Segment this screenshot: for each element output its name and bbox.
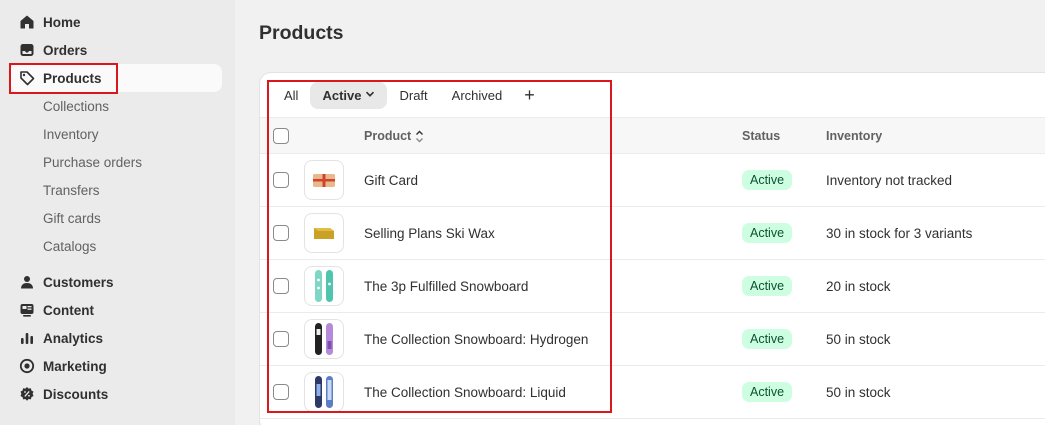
- inbox-icon: [10, 42, 43, 58]
- nav-customers-label: Customers: [43, 274, 114, 290]
- person-icon: [10, 274, 43, 290]
- product-thumbnail-3p-snowboard: [304, 266, 344, 306]
- nav-content-label: Content: [43, 302, 94, 318]
- nav-discounts[interactable]: Discounts: [10, 380, 222, 408]
- inventory-value: 50 in stock: [826, 384, 891, 400]
- tab-archived[interactable]: Archived: [440, 82, 515, 109]
- row-checkbox[interactable]: [273, 331, 289, 347]
- nav-analytics[interactable]: Analytics: [10, 324, 222, 352]
- product-name[interactable]: Gift Card: [364, 154, 418, 206]
- nav-collections[interactable]: Collections: [43, 92, 109, 120]
- gear-discount-icon: [10, 386, 43, 402]
- inventory-value: 50 in stock: [826, 331, 891, 347]
- content-icon: [10, 302, 43, 318]
- add-view-button[interactable]: +: [514, 82, 545, 109]
- tag-icon: [10, 70, 43, 86]
- status-badge: Active: [742, 382, 793, 402]
- nav-gift-cards[interactable]: Gift cards: [43, 204, 101, 232]
- row-checkbox[interactable]: [273, 384, 289, 400]
- nav-products[interactable]: Products: [10, 64, 222, 92]
- inventory-value: 20 in stock: [826, 278, 891, 294]
- nav-content[interactable]: Content: [10, 296, 222, 324]
- nav-marketing[interactable]: Marketing: [10, 352, 222, 380]
- table-row[interactable]: The Collection Snowboard: Hydrogen Activ…: [260, 313, 1045, 366]
- product-name[interactable]: Selling Plans Ski Wax: [364, 207, 495, 259]
- tab-draft[interactable]: Draft: [387, 82, 439, 109]
- nav-orders[interactable]: Orders: [10, 36, 222, 64]
- status-badge: Active: [742, 223, 793, 243]
- nav-orders-label: Orders: [43, 42, 88, 58]
- inventory-value: Inventory not tracked: [826, 172, 953, 188]
- page-title: Products: [259, 22, 344, 44]
- status-badge: Active: [742, 329, 793, 349]
- column-product-label: Product: [364, 129, 412, 143]
- products-card: All Active Draft Archived + Product Stat…: [259, 72, 1045, 425]
- row-checkbox[interactable]: [273, 225, 289, 241]
- tab-active-label: Active: [322, 87, 362, 103]
- status-badge: Active: [742, 276, 793, 296]
- table-header: Product Status Inventory: [260, 117, 1045, 154]
- nav-marketing-label: Marketing: [43, 358, 107, 374]
- nav-discounts-label: Discounts: [43, 386, 109, 402]
- nav-analytics-label: Analytics: [43, 330, 104, 346]
- product-thumbnail-ski-wax: [304, 213, 344, 253]
- row-checkbox[interactable]: [273, 172, 289, 188]
- chevron-down-icon: [365, 89, 375, 102]
- status-badge: Active: [742, 170, 793, 190]
- product-thumbnail-gift-card: [304, 160, 344, 200]
- product-name[interactable]: The Collection Snowboard: Liquid: [364, 366, 566, 418]
- nav-transfers[interactable]: Transfers: [43, 176, 100, 204]
- nav-home-label: Home: [43, 14, 81, 30]
- table-row[interactable]: Gift Card Active Inventory not tracked: [260, 154, 1045, 207]
- column-product[interactable]: Product: [364, 118, 424, 154]
- column-inventory: Inventory: [826, 129, 883, 143]
- column-status: Status: [742, 129, 781, 143]
- nav-customers[interactable]: Customers: [10, 268, 222, 296]
- nav-products-label: Products: [43, 70, 102, 86]
- table-row[interactable]: Selling Plans Ski Wax Active 30 in stock…: [260, 207, 1045, 260]
- table-row[interactable]: The 3p Fulfilled Snowboard Active 20 in …: [260, 260, 1045, 313]
- row-checkbox[interactable]: [273, 278, 289, 294]
- nav-inventory[interactable]: Inventory: [43, 120, 99, 148]
- product-name[interactable]: The 3p Fulfilled Snowboard: [364, 260, 528, 312]
- select-all-checkbox[interactable]: [273, 128, 289, 144]
- filter-tabs: All Active Draft Archived +: [260, 73, 1045, 117]
- nav-home[interactable]: Home: [10, 8, 222, 36]
- inventory-value: 30 in stock for 3 variants: [826, 225, 973, 241]
- nav-catalogs[interactable]: Catalogs: [43, 232, 96, 260]
- home-icon: [10, 14, 43, 30]
- table-row[interactable]: The Collection Snowboard: Liquid Active …: [260, 366, 1045, 419]
- nav-purchase-orders[interactable]: Purchase orders: [43, 148, 142, 176]
- sidebar: Home Orders Products Collections Invento…: [0, 0, 235, 425]
- tab-all[interactable]: All: [272, 82, 310, 109]
- bar-chart-icon: [10, 330, 43, 346]
- product-thumbnail-hydrogen-snowboard: [304, 319, 344, 359]
- product-thumbnail-liquid-snowboard: [304, 372, 344, 412]
- sort-icon: [415, 130, 424, 143]
- product-name[interactable]: The Collection Snowboard: Hydrogen: [364, 313, 588, 365]
- target-icon: [10, 358, 43, 374]
- tab-active[interactable]: Active: [310, 81, 388, 109]
